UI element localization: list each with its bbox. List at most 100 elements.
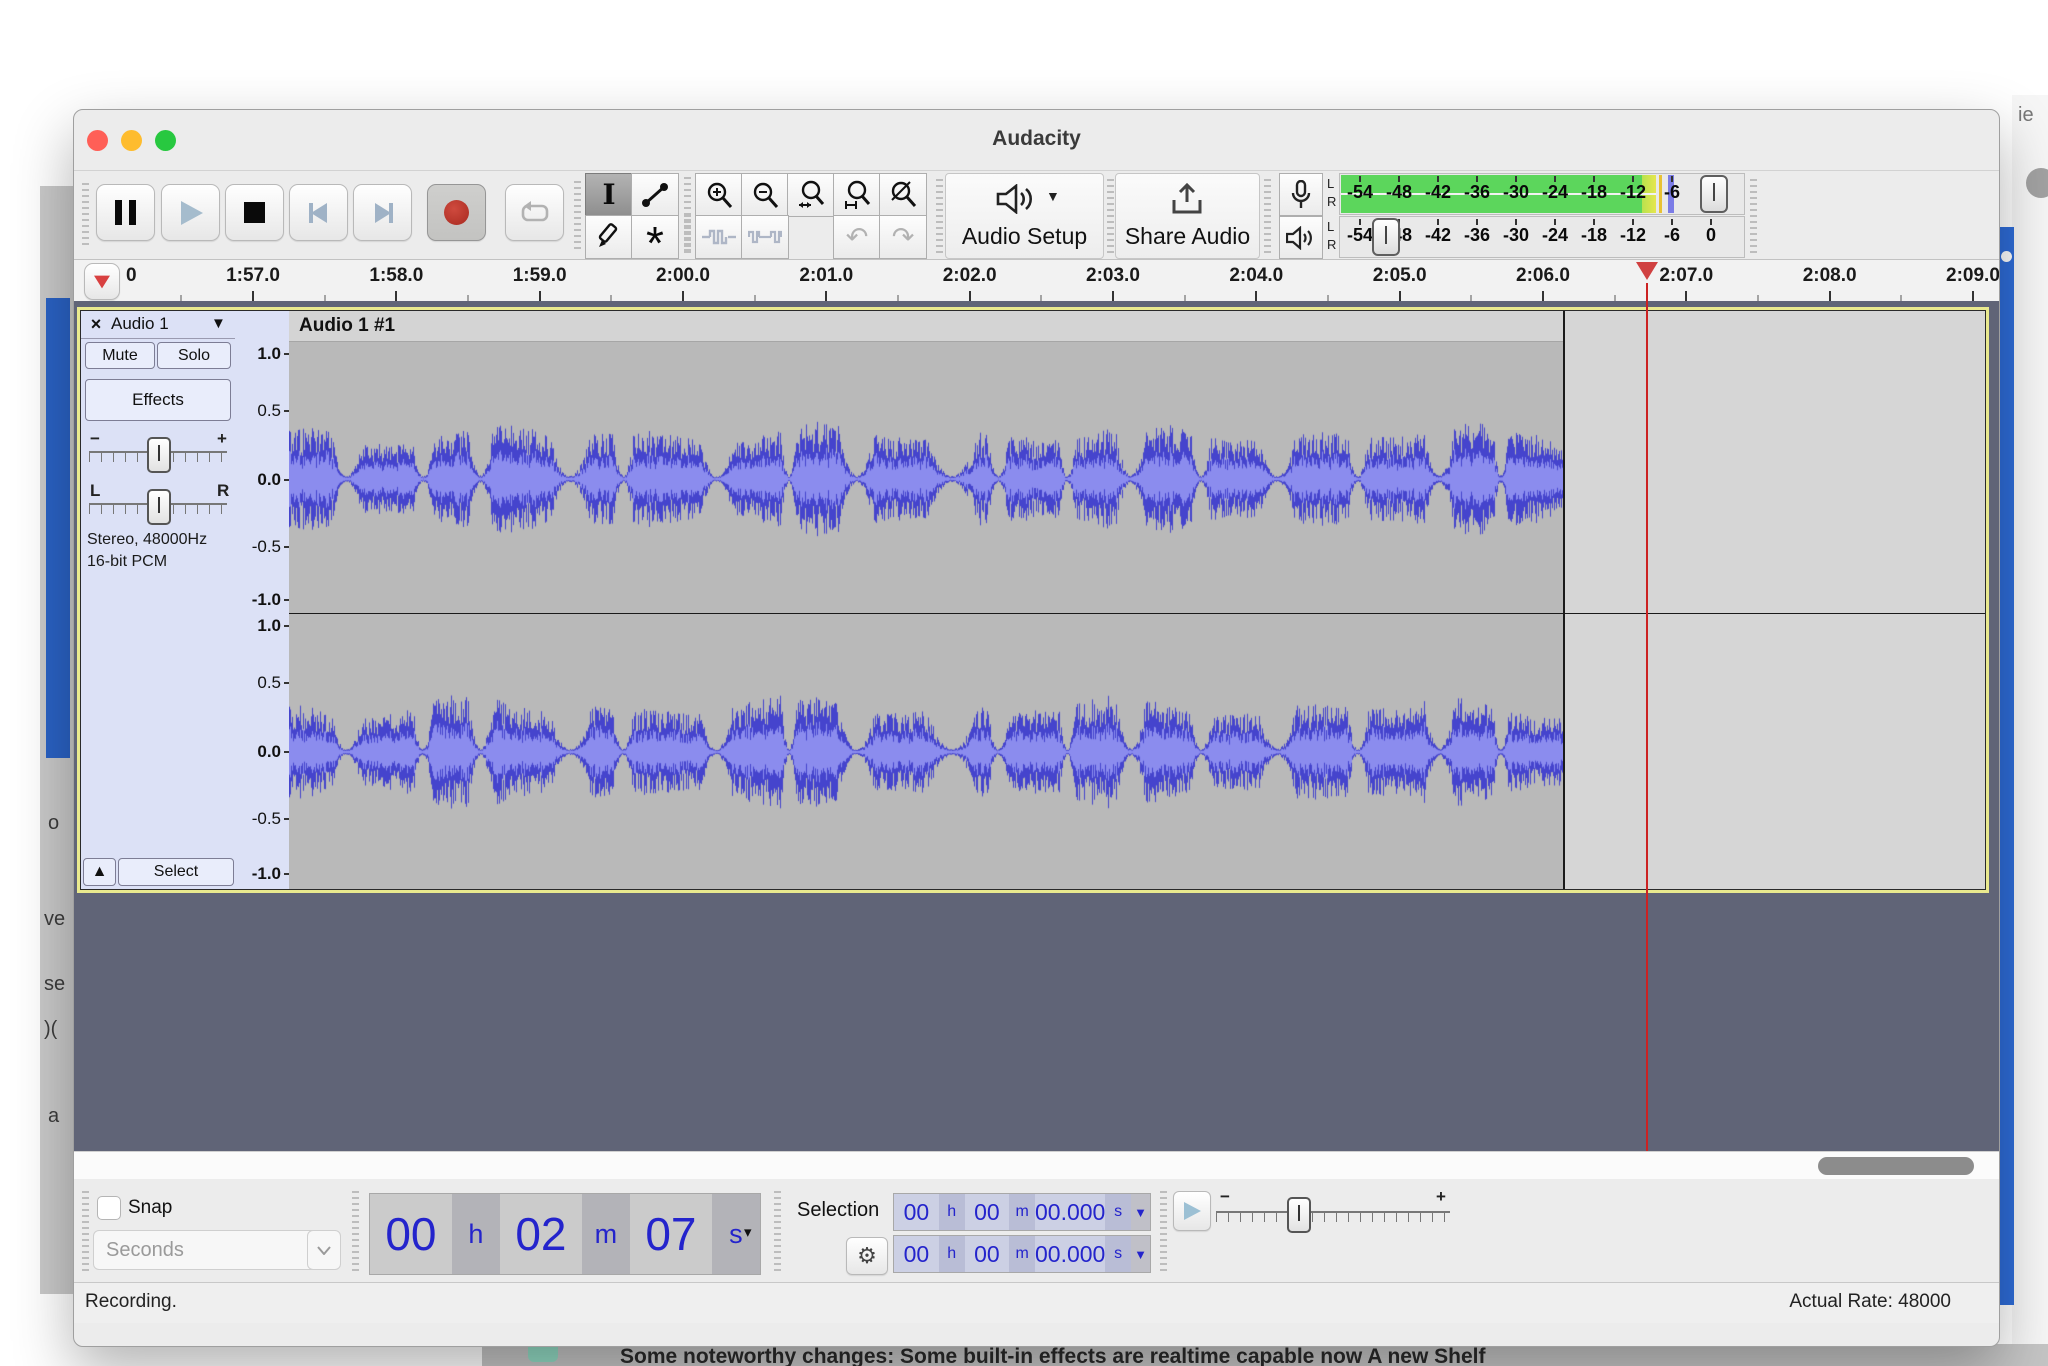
time-digits[interactable]: 00 <box>894 1236 939 1272</box>
pause-button[interactable] <box>96 184 155 241</box>
pin-playhead-button[interactable] <box>84 263 120 300</box>
clip-header[interactable]: Audio 1 #1 <box>289 311 1564 342</box>
toolbar-grip[interactable] <box>774 1191 781 1271</box>
toolbar-grip[interactable] <box>352 1191 359 1271</box>
recording-playhead-line <box>1646 283 1648 1151</box>
audio-setup-button[interactable]: ▼ Audio Setup <box>945 173 1104 259</box>
track-menu-arrow[interactable]: ▼ <box>211 315 226 332</box>
audio-position-dropdown-arrow[interactable]: ▾ <box>744 1223 752 1241</box>
time-unit[interactable]: m <box>1009 1194 1035 1230</box>
time-digits[interactable]: 00 <box>965 1236 1010 1272</box>
time-digits[interactable]: 00 <box>965 1194 1010 1230</box>
effects-button[interactable]: Effects <box>85 379 231 421</box>
fit-project-button[interactable] <box>833 173 881 217</box>
clip-end-boundary[interactable] <box>1563 311 1565 889</box>
collapse-track-button[interactable]: ▲ <box>83 858 116 886</box>
stop-button[interactable] <box>225 184 284 241</box>
time-unit[interactable]: s <box>1105 1236 1131 1272</box>
record-meter[interactable]: -54-48-42-36-30-24-18-12-60 <box>1339 173 1745 215</box>
skip-to-end-button[interactable] <box>353 184 412 241</box>
selection-end-field[interactable]: 00h00m00.000s▼ <box>893 1235 1151 1273</box>
speed-slider-track[interactable] <box>1216 1211 1450 1222</box>
time-unit[interactable]: m <box>1009 1236 1035 1272</box>
solo-button[interactable]: Solo <box>157 342 231 369</box>
silence-audio-button[interactable] <box>741 215 789 259</box>
pan-slider-thumb[interactable] <box>147 489 171 525</box>
title-bar[interactable]: Audacity <box>74 110 1999 171</box>
selection-settings-button[interactable]: ⚙ <box>846 1237 888 1275</box>
record-button[interactable] <box>427 184 486 241</box>
draw-tool-button[interactable] <box>585 215 633 259</box>
recording-playhead-marker[interactable] <box>1636 262 1658 280</box>
speed-slider-thumb[interactable] <box>1287 1197 1311 1233</box>
record-volume-slider[interactable] <box>1700 175 1728 213</box>
fit-selection-button[interactable] <box>787 173 835 217</box>
snap-checkbox[interactable] <box>97 1196 121 1220</box>
time-digits[interactable]: 00.000 <box>1035 1236 1105 1272</box>
play-button[interactable] <box>161 184 220 241</box>
play-at-speed-button[interactable] <box>1173 1191 1211 1231</box>
loop-button[interactable] <box>505 184 564 241</box>
share-audio-button[interactable]: Share Audio <box>1115 173 1260 259</box>
mute-button[interactable]: Mute <box>85 342 155 369</box>
skip-to-start-button[interactable] <box>289 184 348 241</box>
close-track-button[interactable]: × <box>85 314 107 335</box>
toolbar-grip[interactable] <box>1107 179 1114 253</box>
time-unit[interactable]: m <box>582 1194 630 1274</box>
snap-label: Snap <box>128 1197 172 1219</box>
time-digits[interactable]: 02 <box>500 1194 582 1274</box>
toolbar-grip[interactable] <box>1750 179 1757 253</box>
multi-tool-button[interactable]: * <box>631 215 679 259</box>
field-dropdown-arrow[interactable]: ▼ <box>1131 1236 1150 1272</box>
playback-meter[interactable]: -54-48-42-36-30-24-18-12-60 <box>1339 216 1745 258</box>
toolbar-grip[interactable] <box>574 181 581 251</box>
toolbar-grip[interactable] <box>936 179 943 253</box>
vertical-scale-label: 0.5 <box>257 401 281 421</box>
field-dropdown-arrow[interactable]: ▼ <box>1131 1194 1150 1230</box>
zoom-in-button[interactable] <box>695 173 743 217</box>
audio-clip[interactable]: Audio 1 #1 <box>289 311 1564 889</box>
record-icon <box>444 200 469 225</box>
playback-volume-slider[interactable] <box>1372 218 1400 256</box>
envelope-tool-button[interactable] <box>631 173 679 217</box>
time-unit[interactable]: h <box>939 1194 965 1230</box>
track-name[interactable]: Audio 1 <box>111 314 169 334</box>
gain-slider-thumb[interactable] <box>147 437 171 473</box>
snap-mode-chevron-button[interactable] <box>307 1230 341 1270</box>
zoom-toggle-button[interactable] <box>879 173 927 217</box>
record-meter-mic-button[interactable] <box>1279 173 1323 216</box>
audio-position-display[interactable]: 00h02m07s <box>369 1193 761 1275</box>
toolbar-grip[interactable] <box>82 1191 89 1271</box>
audio-track[interactable]: × Audio 1 ▼ Mute Solo Effects − + L R St… <box>80 310 1986 890</box>
undo-button[interactable]: ↶ <box>833 215 881 259</box>
toolbar-grip[interactable] <box>684 215 691 255</box>
toolbar-grip[interactable] <box>82 183 89 249</box>
snap-mode-select[interactable]: Seconds <box>93 1230 317 1270</box>
playback-meter-speaker-button[interactable] <box>1279 216 1323 259</box>
selection-start-field[interactable]: 00h00m00.000s▼ <box>893 1193 1151 1231</box>
background-page-text: Some noteworthy changes: Some built-in e… <box>620 1345 1485 1366</box>
toolbar-grip[interactable] <box>1264 179 1271 253</box>
time-unit[interactable]: s <box>1105 1194 1131 1230</box>
time-unit[interactable]: h <box>452 1194 500 1274</box>
stereo-waveform[interactable] <box>289 341 1564 889</box>
audio-setup-speaker-icon <box>996 184 1040 214</box>
timeline-major-tick <box>395 291 397 301</box>
time-unit[interactable]: s <box>712 1194 760 1274</box>
horizontal-scrollbar[interactable] <box>74 1151 1999 1181</box>
background-text-fragment: ie <box>2018 104 2034 127</box>
timeline-major-tick <box>1112 291 1114 301</box>
time-digits[interactable]: 00.000 <box>1035 1194 1105 1230</box>
trim-audio-button[interactable] <box>695 215 743 259</box>
select-track-button[interactable]: Select <box>118 858 234 886</box>
time-digits[interactable]: 00 <box>370 1194 452 1274</box>
horizontal-scrollbar-thumb[interactable] <box>1818 1157 1974 1175</box>
time-unit[interactable]: h <box>939 1236 965 1272</box>
selection-tool-button[interactable]: I <box>585 173 633 217</box>
time-digits[interactable]: 07 <box>630 1194 712 1274</box>
time-digits[interactable]: 00 <box>894 1194 939 1230</box>
zoom-out-button[interactable] <box>741 173 789 217</box>
toolbar-grip[interactable] <box>1160 1191 1167 1271</box>
redo-button[interactable]: ↷ <box>879 215 927 259</box>
timeline-ruler[interactable]: 0 1:57.01:58.01:59.02:00.02:01.02:02.02:… <box>74 260 1999 302</box>
